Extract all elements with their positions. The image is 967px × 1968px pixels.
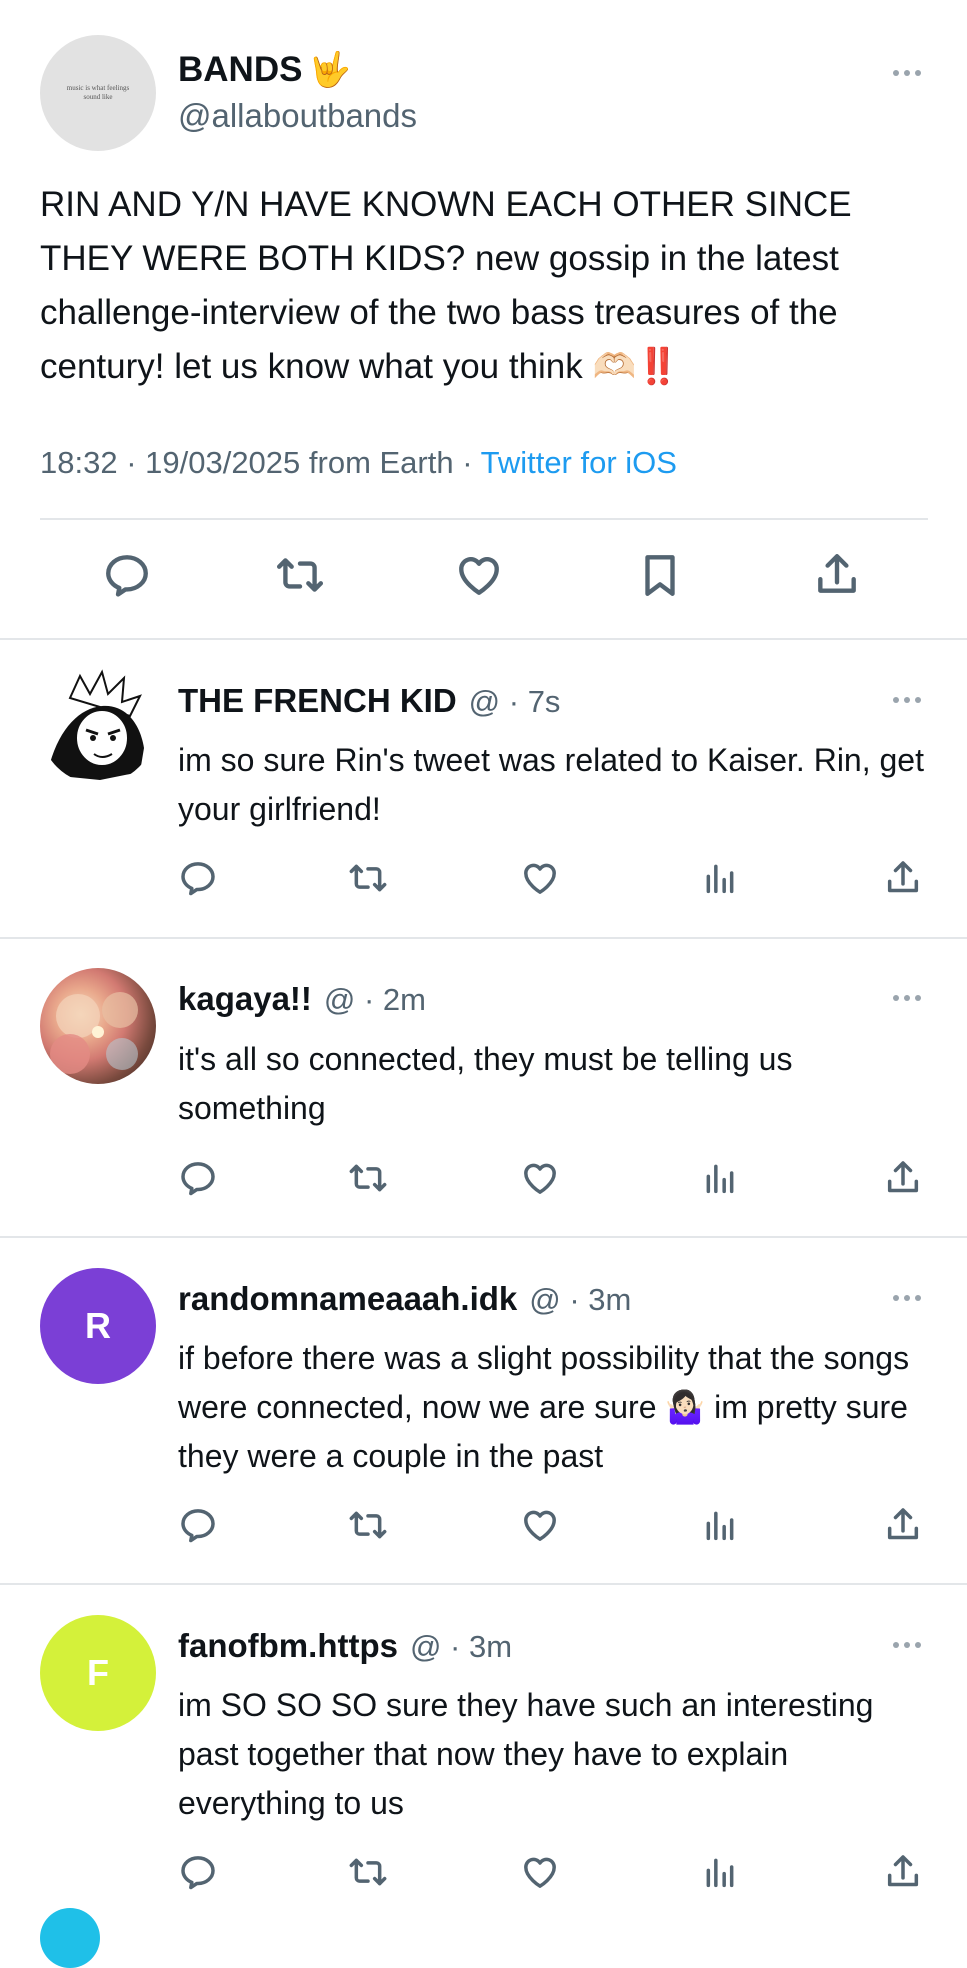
reply-text: it's all so connected, they must be tell…	[178, 1041, 793, 1126]
share-icon[interactable]	[883, 1505, 923, 1545]
reply-meta: @ · 2m	[323, 982, 426, 1017]
like-icon[interactable]	[520, 1158, 560, 1198]
share-icon[interactable]	[812, 550, 862, 605]
reply-icon[interactable]	[102, 550, 152, 605]
section-divider	[0, 638, 967, 640]
author-name-row[interactable]: BANDS 🤟	[178, 50, 351, 90]
bookmark-icon[interactable]	[635, 550, 685, 605]
share-icon[interactable]	[883, 1852, 923, 1892]
retweet-icon[interactable]	[348, 1505, 388, 1545]
avatar-caption: music is what feelings sound like	[66, 84, 130, 101]
share-icon[interactable]	[883, 858, 923, 898]
reply-meta: @ · 7s	[468, 684, 561, 719]
reply-text: im SO SO SO sure they have such an inter…	[178, 1687, 874, 1821]
reply-avatar[interactable]	[40, 968, 156, 1084]
analytics-icon[interactable]	[700, 1505, 740, 1545]
share-icon[interactable]	[883, 1158, 923, 1198]
retweet-icon[interactable]	[275, 550, 325, 605]
manga-avatar-icon	[40, 669, 144, 780]
reply-action-bar	[178, 1158, 933, 1202]
section-divider	[0, 1583, 967, 1585]
main-action-bar	[40, 550, 928, 606]
analytics-icon[interactable]	[700, 858, 740, 898]
reply-header: kagaya!! @ · 2m	[178, 980, 426, 1018]
reply-meta: @ · 3m	[409, 1629, 513, 1664]
reply-icon[interactable]	[178, 1505, 218, 1545]
avatar-letter: R	[85, 1305, 111, 1346]
timestamp-divider	[40, 518, 928, 520]
retweet-icon[interactable]	[348, 1158, 388, 1198]
section-divider	[0, 937, 967, 939]
retweet-icon[interactable]	[348, 858, 388, 898]
author-avatar[interactable]: music is what feelings sound like	[40, 35, 156, 151]
reply-icon[interactable]	[178, 1158, 218, 1198]
tweet-timestamp: 18:32 · 19/03/2025 from Earth ·	[40, 445, 481, 480]
more-options-icon[interactable]	[893, 993, 929, 1003]
reply-header: THE FRENCH KID @ · 7s	[178, 682, 560, 720]
reply-avatar[interactable]: F	[40, 1615, 156, 1731]
reply-avatar[interactable]	[40, 668, 156, 784]
reply-text: if before there was a slight possibility…	[178, 1340, 910, 1474]
tweet-source-link[interactable]: Twitter for iOS	[481, 445, 677, 480]
reply-text: im so sure Rin's tweet was related to Ka…	[178, 742, 924, 827]
avatar-letter: F	[87, 1652, 109, 1693]
author-handle[interactable]: @allaboutbands	[178, 97, 417, 135]
analytics-icon[interactable]	[700, 1852, 740, 1892]
reply-avatar[interactable]: R	[40, 1268, 156, 1384]
lanterns-photo-icon	[50, 992, 138, 1074]
tweet-timestamp-row: 18:32 · 19/03/2025 from Earth · Twitter …	[40, 445, 677, 481]
reply-meta: @ · 3m	[529, 1282, 632, 1317]
more-options-icon[interactable]	[893, 1640, 929, 1650]
reply-author-name[interactable]: THE FRENCH KID	[178, 682, 457, 720]
author-name: BANDS	[178, 50, 303, 89]
reply-author-name[interactable]: fanofbm.https	[178, 1627, 398, 1665]
analytics-icon[interactable]	[700, 1158, 740, 1198]
like-icon[interactable]	[454, 550, 504, 605]
retweet-icon[interactable]	[348, 1852, 388, 1892]
reply-action-bar	[178, 1852, 933, 1896]
like-icon[interactable]	[520, 1852, 560, 1892]
more-options-icon[interactable]	[893, 1293, 929, 1303]
next-reply-avatar[interactable]	[40, 1908, 100, 1968]
reply-action-bar	[178, 1505, 933, 1549]
section-divider	[0, 1236, 967, 1238]
reply-author-name[interactable]: randomnameaaah.idk	[178, 1280, 517, 1318]
reply-header: randomnameaaah.idk @ · 3m	[178, 1280, 631, 1318]
like-icon[interactable]	[520, 1505, 560, 1545]
reply-action-bar	[178, 858, 933, 902]
tweet-text: RIN AND Y/N HAVE KNOWN EACH OTHER SINCE …	[40, 185, 852, 386]
more-options-icon[interactable]	[893, 68, 929, 78]
reply-header: fanofbm.https @ · 3m	[178, 1627, 512, 1665]
author-emoji: 🤟	[308, 51, 351, 89]
reply-icon[interactable]	[178, 1852, 218, 1892]
more-options-icon[interactable]	[893, 695, 929, 705]
reply-author-name[interactable]: kagaya!!	[178, 980, 312, 1018]
like-icon[interactable]	[520, 858, 560, 898]
reply-icon[interactable]	[178, 858, 218, 898]
